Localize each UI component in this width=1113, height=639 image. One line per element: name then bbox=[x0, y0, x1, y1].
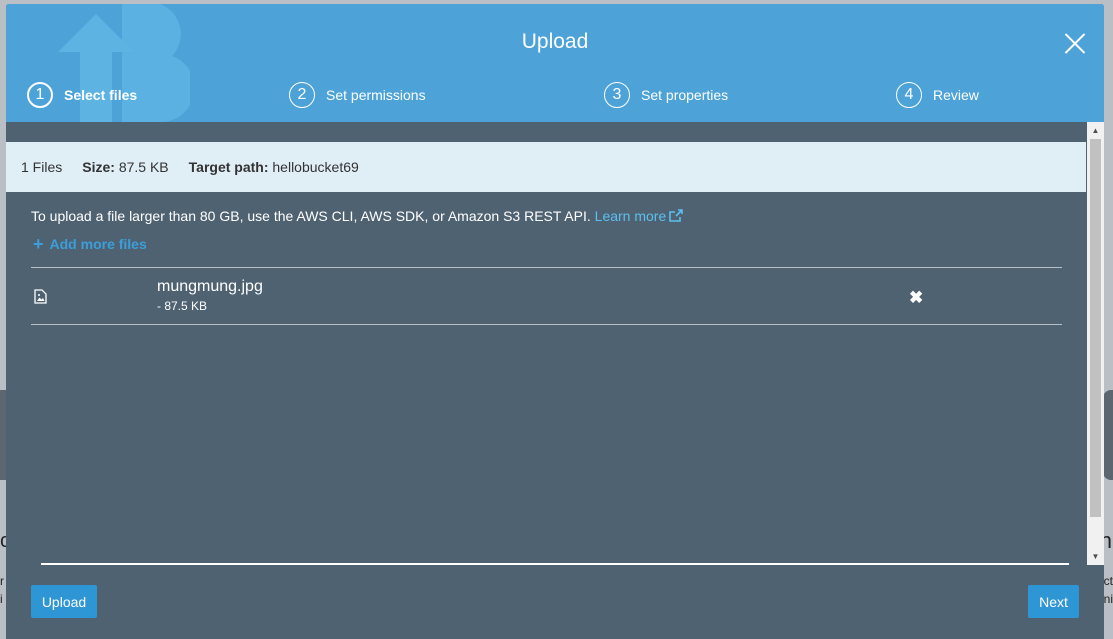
size-label: Size: bbox=[82, 159, 115, 175]
upload-limit-info: To upload a file larger than 80 GB, use … bbox=[31, 208, 684, 224]
target-path-label: Target path: bbox=[188, 159, 269, 175]
step-number: 1 bbox=[27, 82, 53, 108]
files-count: 1 Files bbox=[21, 159, 63, 175]
scroll-down-icon[interactable]: ▼ bbox=[1087, 548, 1104, 565]
step-number: 3 bbox=[604, 82, 630, 108]
upload-modal: Upload 1 Select files 2 Set permissions … bbox=[6, 4, 1104, 639]
vertical-scrollbar[interactable]: ▲ ▼ bbox=[1087, 122, 1104, 565]
wizard-steps: 1 Select files 2 Set permissions 3 Set p… bbox=[6, 82, 1104, 110]
background-panel-right bbox=[1103, 390, 1113, 480]
step-set-properties[interactable]: 3 Set properties bbox=[604, 82, 728, 108]
step-number: 4 bbox=[896, 82, 922, 108]
file-name: mungmung.jpg bbox=[157, 278, 263, 295]
file-list: mungmung.jpg - 87.5 KB ✖ bbox=[31, 267, 1062, 325]
target-path-value: hellobucket69 bbox=[272, 159, 359, 175]
upload-button[interactable]: Upload bbox=[31, 585, 97, 618]
learn-more-link[interactable]: Learn more bbox=[595, 208, 684, 224]
step-label: Set permissions bbox=[326, 87, 426, 103]
scrollbar-thumb[interactable] bbox=[1090, 139, 1101, 517]
step-select-files[interactable]: 1 Select files bbox=[27, 82, 137, 108]
close-icon[interactable] bbox=[1064, 32, 1086, 54]
plus-icon: + bbox=[33, 234, 44, 254]
background-text-right: ct ni bbox=[1103, 574, 1113, 606]
external-link-icon bbox=[669, 209, 684, 222]
step-review[interactable]: 4 Review bbox=[896, 82, 979, 108]
background-text-left: r i bbox=[0, 574, 4, 606]
total-size: Size: 87.5 KB bbox=[82, 159, 168, 175]
remove-file-icon[interactable]: ✖ bbox=[909, 288, 923, 308]
divider bbox=[41, 563, 1069, 565]
step-label: Select files bbox=[64, 87, 138, 103]
modal-title: Upload bbox=[521, 30, 589, 53]
add-more-files-button[interactable]: + Add more files bbox=[33, 234, 147, 254]
image-file-icon bbox=[34, 289, 47, 304]
scroll-up-icon[interactable]: ▲ bbox=[1087, 122, 1104, 139]
modal-body: 1 Files Size: 87.5 KB Target path: hello… bbox=[6, 122, 1104, 639]
modal-header: Upload 1 Select files 2 Set permissions … bbox=[6, 4, 1104, 122]
upload-summary-bar: 1 Files Size: 87.5 KB Target path: hello… bbox=[6, 142, 1086, 192]
info-text: To upload a file larger than 80 GB, use … bbox=[31, 208, 591, 224]
learn-more-label: Learn more bbox=[594, 208, 667, 224]
target-path: Target path: hellobucket69 bbox=[189, 159, 359, 175]
step-label: Set properties bbox=[641, 87, 729, 103]
size-value: 87.5 KB bbox=[118, 159, 169, 175]
add-more-files-label: Add more files bbox=[49, 236, 147, 252]
step-number: 2 bbox=[289, 82, 315, 108]
step-label: Review bbox=[933, 87, 979, 103]
file-size: - 87.5 KB bbox=[157, 299, 208, 313]
next-button[interactable]: Next bbox=[1028, 585, 1079, 618]
step-set-permissions[interactable]: 2 Set permissions bbox=[289, 82, 426, 108]
